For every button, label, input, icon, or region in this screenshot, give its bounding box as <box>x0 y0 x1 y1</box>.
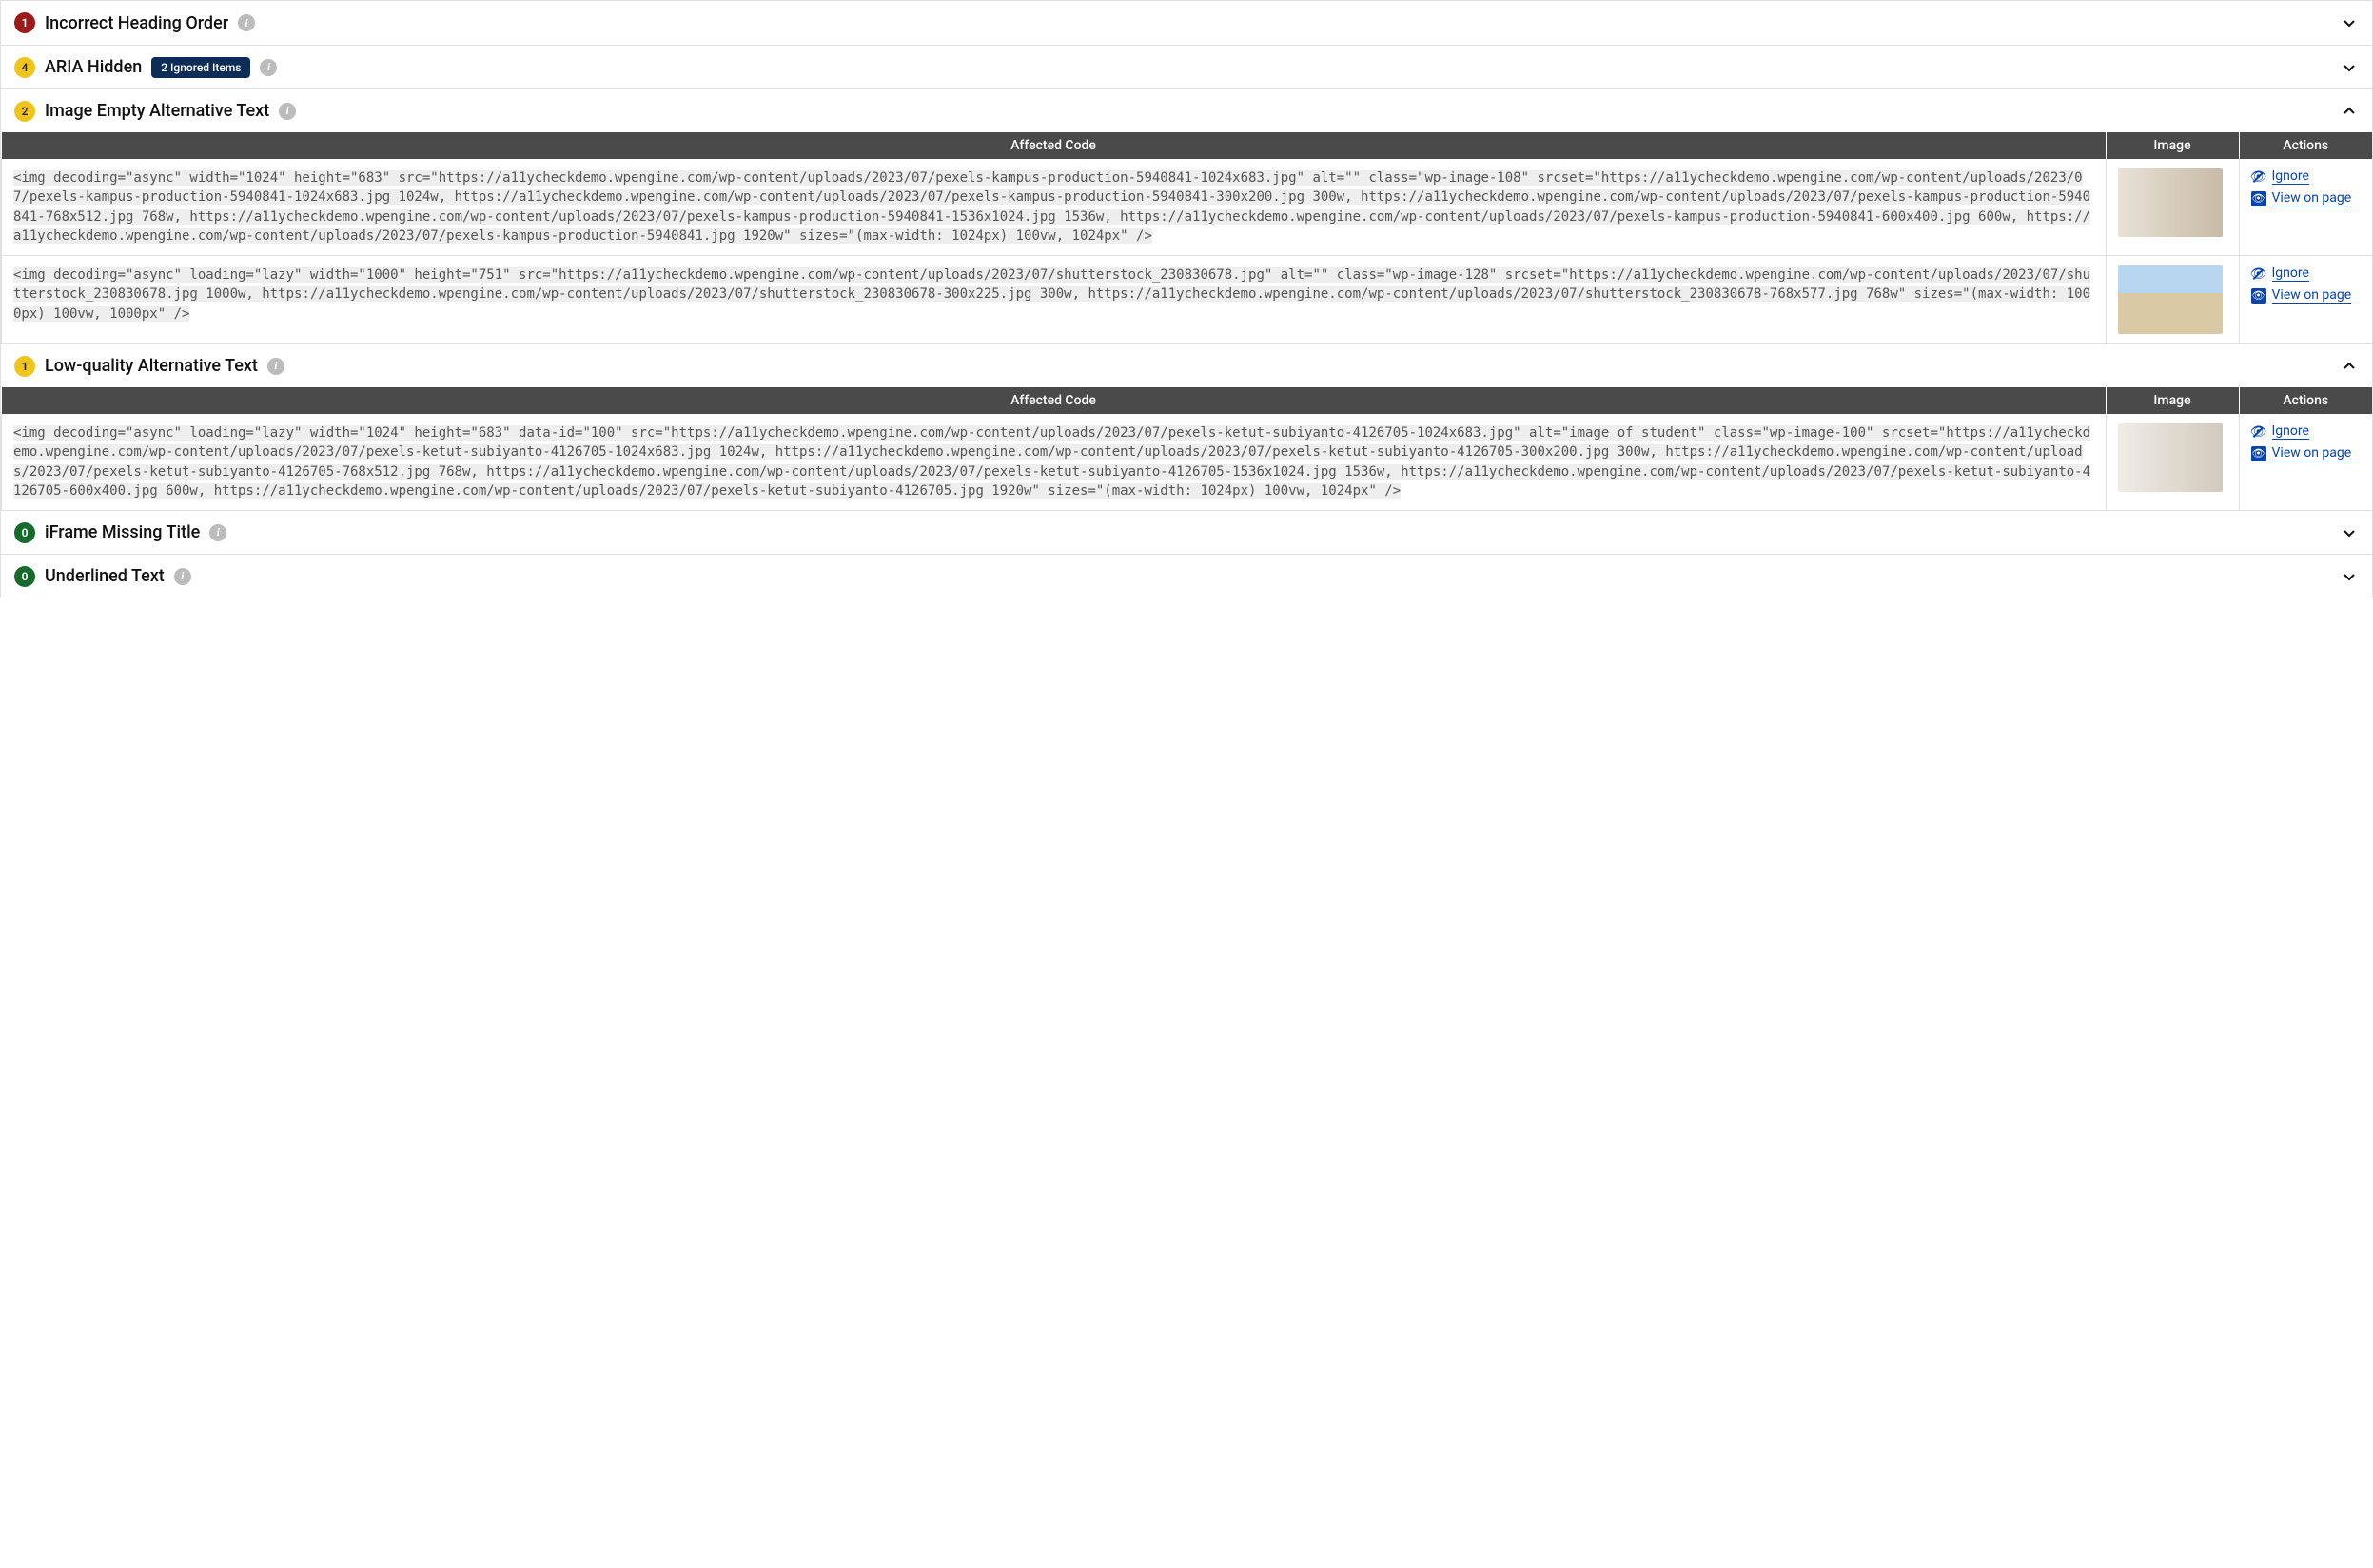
rule-row-low-quality-alt[interactable]: 1 Low-quality Alternative Text i <box>1 343 2372 387</box>
ignored-items-badge[interactable]: 2 Ignored Items <box>151 57 250 78</box>
actions-cell: 👁 Ignore 👁 View on page <box>2239 256 2372 344</box>
image-thumbnail <box>2118 265 2223 334</box>
visibility-off-icon: 👁 <box>2251 424 2266 440</box>
chevron-up-icon[interactable] <box>2340 357 2359 376</box>
issue-count-badge: 1 <box>14 12 35 33</box>
view-on-page-button[interactable]: 👁 View on page <box>2251 287 2362 304</box>
info-icon[interactable]: i <box>238 14 255 31</box>
info-icon[interactable]: i <box>279 103 296 120</box>
table-row: <img decoding="async" width="1024" heigh… <box>2 159 2373 256</box>
issue-count-badge: 0 <box>14 522 35 543</box>
eye-icon: 👁 <box>2251 191 2266 206</box>
rule-title: ARIA Hidden <box>45 57 142 77</box>
view-on-page-label: View on page <box>2272 190 2352 206</box>
image-cell <box>2106 256 2239 344</box>
rule-details: Affected CodeImageActions <img decoding="… <box>1 132 2372 343</box>
affected-code-cell: <img decoding="async" width="1024" heigh… <box>2 159 2107 256</box>
column-header-code: Affected Code <box>2 387 2107 414</box>
visibility-off-icon: 👁 <box>2251 169 2266 185</box>
info-icon[interactable]: i <box>267 358 284 375</box>
ignore-label: Ignore <box>2272 168 2309 185</box>
rule-title: Low-quality Alternative Text <box>45 356 258 376</box>
chevron-up-icon[interactable] <box>2340 102 2359 121</box>
column-header-actions: Actions <box>2239 132 2372 159</box>
rule-title: Image Empty Alternative Text <box>45 101 269 121</box>
eye-icon: 👁 <box>2251 446 2266 461</box>
rule-title: iFrame Missing Title <box>45 522 200 542</box>
column-header-image: Image <box>2106 132 2239 159</box>
table-row: <img decoding="async" loading="lazy" wid… <box>2 414 2373 510</box>
image-cell <box>2106 414 2239 510</box>
view-on-page-label: View on page <box>2272 287 2352 304</box>
chevron-down-icon[interactable] <box>2340 13 2359 32</box>
rule-title: Incorrect Heading Order <box>45 13 228 33</box>
rule-row-incorrect-heading-order[interactable]: 1 Incorrect Heading Order i <box>1 1 2372 45</box>
image-cell <box>2106 159 2239 256</box>
code-snippet: <img decoding="async" width="1024" heigh… <box>13 170 2090 244</box>
image-thumbnail <box>2118 423 2223 492</box>
table-row: <img decoding="async" loading="lazy" wid… <box>2 256 2373 344</box>
ignore-button[interactable]: 👁 Ignore <box>2251 265 2362 282</box>
affected-code-table: Affected CodeImageActions <img decoding="… <box>1 132 2372 343</box>
ignore-label: Ignore <box>2272 265 2309 282</box>
rule-row-image-empty-alt[interactable]: 2 Image Empty Alternative Text i <box>1 88 2372 132</box>
ignore-button[interactable]: 👁 Ignore <box>2251 168 2362 185</box>
rule-details: Affected CodeImageActions <img decoding="… <box>1 387 2372 510</box>
view-on-page-button[interactable]: 👁 View on page <box>2251 445 2362 461</box>
ignore-label: Ignore <box>2272 423 2309 440</box>
issue-count-badge: 4 <box>14 57 35 78</box>
column-header-image: Image <box>2106 387 2239 414</box>
code-snippet: <img decoding="async" loading="lazy" wid… <box>13 267 2090 322</box>
rule-row-aria-hidden[interactable]: 4 ARIA Hidden 2 Ignored Items i <box>1 45 2372 88</box>
issue-count-badge: 0 <box>14 566 35 587</box>
image-thumbnail <box>2118 168 2223 237</box>
issue-count-badge: 2 <box>14 101 35 122</box>
info-icon[interactable]: i <box>174 568 191 585</box>
ignore-button[interactable]: 👁 Ignore <box>2251 423 2362 440</box>
actions-cell: 👁 Ignore 👁 View on page <box>2239 414 2372 510</box>
column-header-code: Affected Code <box>2 132 2107 159</box>
eye-icon: 👁 <box>2251 288 2266 304</box>
view-on-page-button[interactable]: 👁 View on page <box>2251 190 2362 206</box>
code-snippet: <img decoding="async" loading="lazy" wid… <box>13 425 2090 499</box>
chevron-down-icon[interactable] <box>2340 567 2359 586</box>
actions-cell: 👁 Ignore 👁 View on page <box>2239 159 2372 256</box>
visibility-off-icon: 👁 <box>2251 266 2266 282</box>
affected-code-cell: <img decoding="async" loading="lazy" wid… <box>2 256 2107 344</box>
info-icon[interactable]: i <box>209 524 226 541</box>
chevron-down-icon[interactable] <box>2340 523 2359 542</box>
rule-title: Underlined Text <box>45 566 165 586</box>
rule-row-iframe-missing-title[interactable]: 0 iFrame Missing Title i <box>1 510 2372 554</box>
rule-row-underlined-text[interactable]: 0 Underlined Text i <box>1 554 2372 598</box>
view-on-page-label: View on page <box>2272 445 2352 461</box>
column-header-actions: Actions <box>2239 387 2372 414</box>
accessibility-issues-panel: 1 Incorrect Heading Order i 4 ARIA Hidden 2 I… <box>0 0 2373 598</box>
affected-code-cell: <img decoding="async" loading="lazy" wid… <box>2 414 2107 510</box>
info-icon[interactable]: i <box>260 59 277 76</box>
chevron-down-icon[interactable] <box>2340 58 2359 77</box>
issue-count-badge: 1 <box>14 356 35 377</box>
affected-code-table: Affected CodeImageActions <img decoding="… <box>1 387 2372 510</box>
